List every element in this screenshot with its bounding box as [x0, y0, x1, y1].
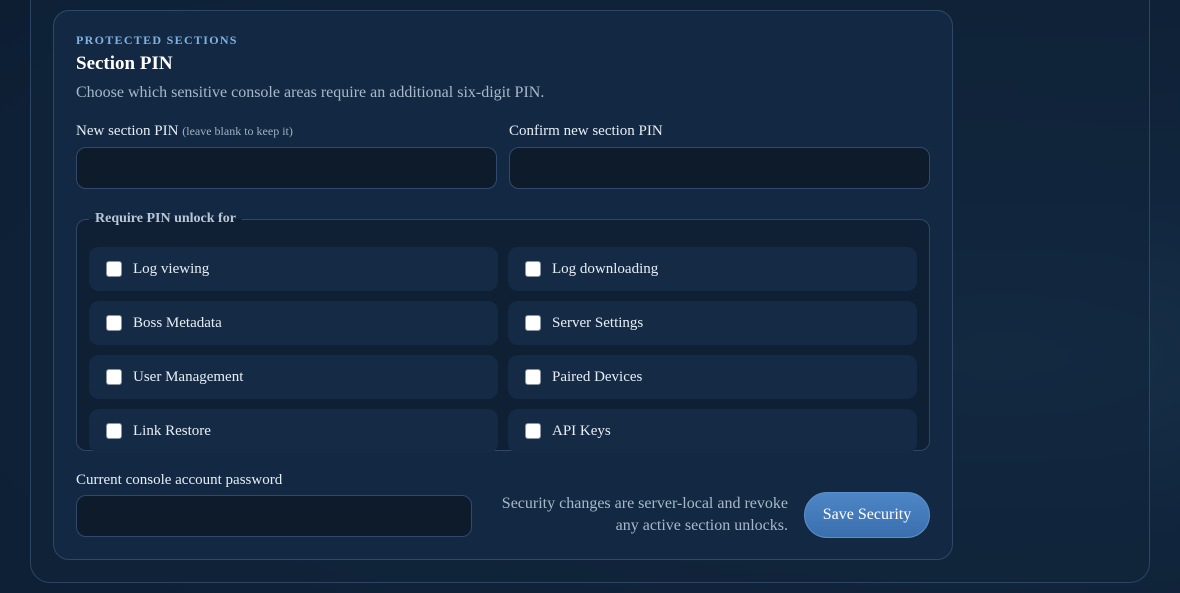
- new-pin-label: New section PIN (leave blank to keep it): [76, 123, 293, 140]
- option-label: API Keys: [552, 422, 611, 439]
- new-pin-label-text: New section PIN: [76, 123, 179, 139]
- option-label: Server Settings: [552, 314, 644, 331]
- option-label: Log downloading: [552, 260, 659, 277]
- section-eyebrow: PROTECTED SECTIONS: [76, 33, 238, 47]
- option-server-settings[interactable]: Server Settings: [508, 301, 917, 345]
- section-title: Section PIN: [76, 53, 173, 74]
- option-label: Boss Metadata: [133, 314, 222, 331]
- checkbox[interactable]: [106, 261, 122, 277]
- option-boss-metadata[interactable]: Boss Metadata: [89, 301, 498, 345]
- password-input[interactable]: [76, 495, 472, 537]
- confirm-pin-input[interactable]: [509, 147, 930, 189]
- section-description: Choose which sensitive console areas req…: [76, 84, 545, 101]
- require-pin-legend: Require PIN unlock for: [95, 211, 236, 226]
- security-card: PROTECTED SECTIONS Section PIN Choose wh…: [53, 10, 953, 560]
- require-pin-fieldset: Require PIN unlock for Log viewing Log d…: [76, 211, 930, 453]
- password-label: Current console account password: [76, 472, 283, 488]
- checkbox[interactable]: [106, 423, 122, 439]
- option-label: User Management: [133, 368, 244, 385]
- option-log-downloading[interactable]: Log downloading: [508, 247, 917, 291]
- new-pin-hint: (leave blank to keep it): [182, 124, 293, 138]
- checkbox[interactable]: [525, 261, 541, 277]
- security-note: Security changes are server-local and re…: [501, 495, 788, 534]
- save-security-button[interactable]: Save Security: [804, 492, 930, 538]
- checkbox[interactable]: [525, 315, 541, 331]
- option-user-management[interactable]: User Management: [89, 355, 498, 399]
- new-pin-input[interactable]: [76, 147, 497, 189]
- option-log-viewing[interactable]: Log viewing: [89, 247, 498, 291]
- checkbox[interactable]: [525, 423, 541, 439]
- checkbox[interactable]: [525, 369, 541, 385]
- option-label: Paired Devices: [552, 368, 643, 385]
- option-api-keys[interactable]: API Keys: [508, 409, 917, 453]
- checkbox[interactable]: [106, 369, 122, 385]
- confirm-pin-label: Confirm new section PIN: [509, 123, 663, 139]
- checkbox[interactable]: [106, 315, 122, 331]
- option-label: Link Restore: [133, 422, 211, 439]
- option-paired-devices[interactable]: Paired Devices: [508, 355, 917, 399]
- option-label: Log viewing: [133, 260, 210, 277]
- option-link-restore[interactable]: Link Restore: [89, 409, 498, 453]
